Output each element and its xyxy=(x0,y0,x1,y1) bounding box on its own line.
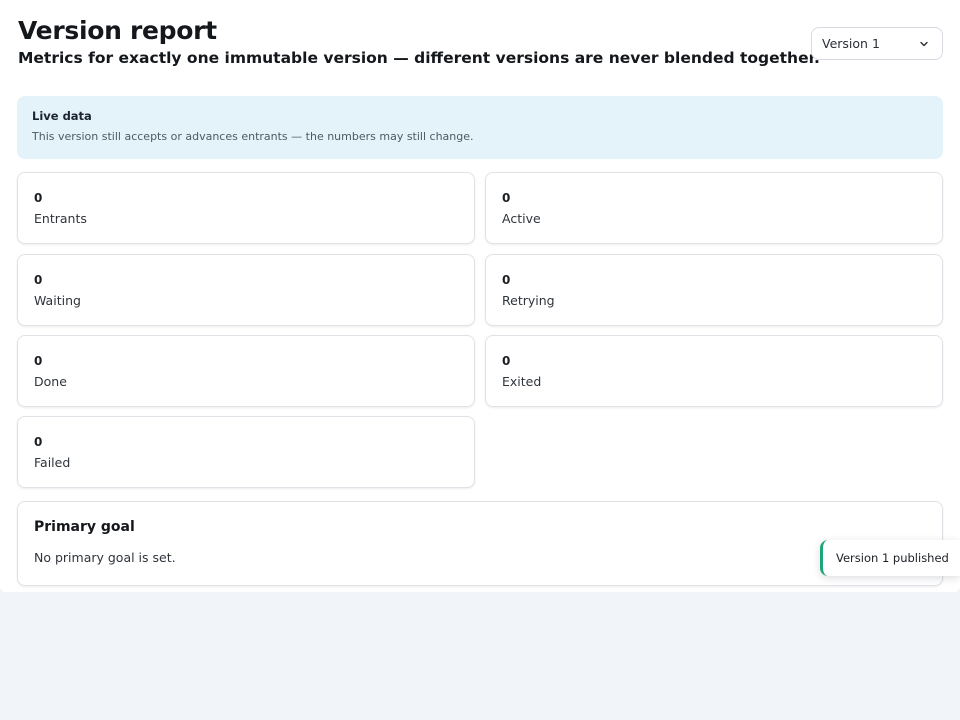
metric-value: 0 xyxy=(502,191,511,205)
version-report-panel: Version report Metrics for exactly one i… xyxy=(0,0,960,592)
chevron-down-icon xyxy=(920,41,928,46)
metric-value: 0 xyxy=(34,191,43,205)
page-subtitle: Metrics for exactly one immutable versio… xyxy=(18,49,820,67)
toast-notification: Version 1 published xyxy=(820,540,960,576)
metric-label: Exited xyxy=(502,374,542,389)
primary-goal-text: No primary goal is set. xyxy=(34,550,176,565)
metric-label: Failed xyxy=(34,455,71,470)
primary-goal-card: Primary goal No primary goal is set. xyxy=(17,501,943,586)
metric-card-entrants: 0 Entrants xyxy=(17,172,475,244)
metric-label: Done xyxy=(34,374,67,389)
live-data-title: Live data xyxy=(32,109,92,123)
metric-card-waiting: 0 Waiting xyxy=(17,254,475,326)
metric-label: Active xyxy=(502,211,541,226)
version-select[interactable]: Version 1 xyxy=(811,27,943,60)
metric-card-exited: 0 Exited xyxy=(485,335,943,407)
live-data-banner: Live data This version still accepts or … xyxy=(17,96,943,159)
metric-value: 0 xyxy=(34,435,43,449)
metric-card-failed: 0 Failed xyxy=(17,416,475,488)
metric-card-retrying: 0 Retrying xyxy=(485,254,943,326)
toast-text: Version 1 published xyxy=(836,551,949,565)
metric-label: Waiting xyxy=(34,293,81,308)
page-title: Version report xyxy=(18,16,217,45)
metric-label: Entrants xyxy=(34,211,87,226)
primary-goal-title: Primary goal xyxy=(34,519,135,535)
metric-card-done: 0 Done xyxy=(17,335,475,407)
metric-card-active: 0 Active xyxy=(485,172,943,244)
metric-value: 0 xyxy=(502,273,511,287)
live-data-text: This version still accepts or advances e… xyxy=(32,130,474,143)
metric-value: 0 xyxy=(502,354,511,368)
version-select-value: Version 1 xyxy=(822,36,880,51)
metric-value: 0 xyxy=(34,273,43,287)
metric-value: 0 xyxy=(34,354,43,368)
metric-label: Retrying xyxy=(502,293,555,308)
